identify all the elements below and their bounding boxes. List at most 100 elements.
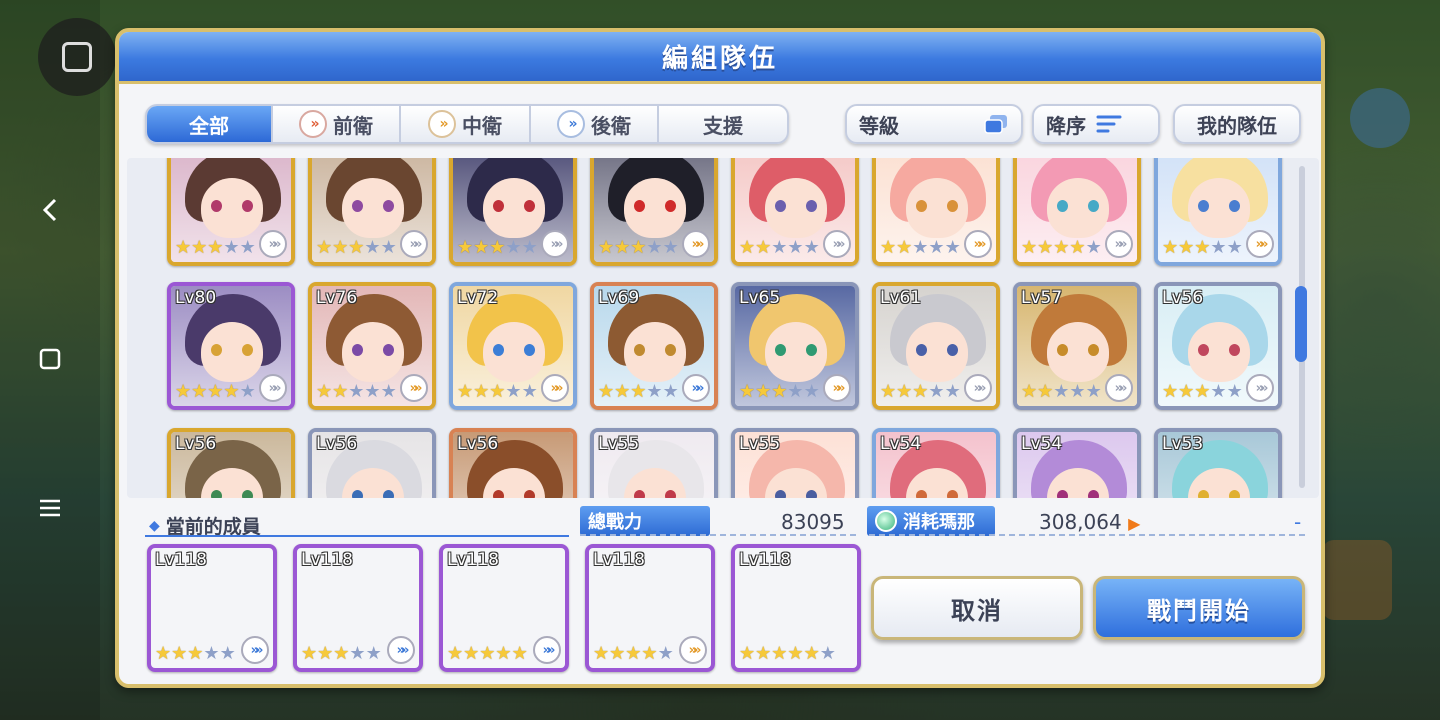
star-icon: ★ (614, 381, 631, 402)
tab-label: 後衛 (591, 113, 631, 138)
star-icon: ★ (944, 237, 961, 258)
star-icon: ★ (819, 643, 836, 664)
panel-title: 編組隊伍 (661, 44, 778, 74)
level-label: Lv72 (457, 288, 499, 308)
role-position-icon: »» (259, 230, 287, 258)
star-rating: ★ ★ ★ ★ ★ (301, 644, 382, 664)
star-icon: ★ (771, 381, 788, 402)
back-chevron-icon (42, 198, 57, 222)
party-member-card[interactable]: Lv118 ★ ★ ★ ★ ★ ★ (731, 544, 861, 672)
portrait-eyes (634, 344, 676, 356)
star-icon: ★ (641, 643, 658, 664)
character-card[interactable]: Lv56 (449, 428, 577, 498)
star-icon: ★ (593, 643, 610, 664)
tab-rearguard[interactable]: » 後衛 (531, 106, 659, 142)
menu-button[interactable] (25, 483, 75, 533)
character-card[interactable]: Lv57 ★ ★ ★ ★ ★»» (1013, 282, 1141, 410)
character-card[interactable]: Lv76 ★ ★ ★ ★ ★»» (308, 282, 436, 410)
role-position-icon: »» (241, 636, 269, 664)
character-card[interactable]: Lv56 (167, 428, 295, 498)
level-label: Lv54 (1021, 434, 1063, 454)
star-rating: ★ ★ ★ ★ ★ (1021, 382, 1102, 402)
my-team-button[interactable]: 我的隊伍 (1173, 104, 1301, 144)
star-icon: ★ (175, 237, 192, 258)
character-card[interactable]: ★ ★ ★ ★ ★»» (167, 158, 295, 266)
tab-all[interactable]: 全部 (147, 106, 273, 142)
character-card[interactable]: Lv55 (731, 428, 859, 498)
role-position-icon: »» (387, 636, 415, 664)
sort-order-button[interactable]: 降序 (1032, 104, 1160, 144)
star-icon: ★ (880, 381, 897, 402)
star-rating: ★ ★ ★ ★ ★ (316, 238, 397, 258)
tab-support[interactable]: 支援 (659, 106, 787, 142)
role-position-icon: »» (541, 230, 569, 258)
level-label: Lv61 (880, 288, 922, 308)
star-icon: ★ (463, 643, 480, 664)
character-card[interactable]: Lv56 (308, 428, 436, 498)
tab-midguard[interactable]: » 中衛 (401, 106, 531, 142)
back-button[interactable] (25, 185, 75, 235)
star-rating: ★ ★ ★ ★ ★ (175, 238, 256, 258)
star-icon: ★ (317, 643, 334, 664)
character-card[interactable]: ★ ★ ★ ★ ★»» (449, 158, 577, 266)
portrait-eyes (352, 344, 394, 356)
star-icon: ★ (1037, 237, 1054, 258)
character-card[interactable]: ★ ★ ★ ★ ★»» (731, 158, 859, 266)
roster-scrollbar-thumb[interactable] (1295, 286, 1307, 362)
cancel-button[interactable]: 取消 (871, 576, 1083, 640)
character-roster-grid[interactable]: ★ ★ ★ ★ ★»» ★ ★ ★ ★ ★»» ★ ★ ★ ★ ★»» ★ ★ ★ ★ ★»» ★ ★ ★ ★ ★»» ★ ★ ★ ★ ★… (127, 158, 1319, 498)
party-member-card[interactable]: Lv118 ★ ★ ★ ★ ★»» (293, 544, 423, 672)
star-icon: ★ (1021, 237, 1038, 258)
role-position-icon: »» (823, 374, 851, 402)
star-icon: ★ (1037, 381, 1054, 402)
mana-cost-value: 308,064 ▶ (1039, 510, 1140, 534)
star-icon: ★ (365, 643, 382, 664)
character-card[interactable]: Lv54 (872, 428, 1000, 498)
character-card[interactable]: Lv55 (590, 428, 718, 498)
star-icon: ★ (364, 237, 381, 258)
star-icon: ★ (473, 237, 490, 258)
level-label: Lv55 (598, 434, 640, 454)
star-icon: ★ (505, 237, 522, 258)
character-card[interactable]: Lv80 ★ ★ ★ ★ ★»» (167, 282, 295, 410)
character-card[interactable]: Lv72 ★ ★ ★ ★ ★»» (449, 282, 577, 410)
role-position-icon: »» (1246, 374, 1274, 402)
level-label: Lv53 (1162, 434, 1204, 454)
role-position-icon: »» (1105, 374, 1133, 402)
star-icon: ★ (1069, 237, 1086, 258)
party-member-card[interactable]: Lv118 ★ ★ ★ ★ ★»» (147, 544, 277, 672)
star-rating: ★ ★ ★ ★ ★ (1162, 382, 1243, 402)
star-icon: ★ (787, 643, 804, 664)
home-square-icon (39, 348, 61, 370)
level-label: Lv80 (175, 288, 217, 308)
character-card[interactable]: Lv56 ★ ★ ★ ★ ★»» (1154, 282, 1282, 410)
star-icon: ★ (1085, 381, 1102, 402)
tab-vanguard[interactable]: » 前衛 (273, 106, 401, 142)
character-card[interactable]: ★ ★ ★ ★ ★»» (1154, 158, 1282, 266)
role-position-icon: »» (533, 636, 561, 664)
character-card[interactable]: Lv65 ★ ★ ★ ★ ★»» (731, 282, 859, 410)
midguard-icon: » (428, 110, 456, 138)
character-card[interactable]: Lv61 ★ ★ ★ ★ ★»» (872, 282, 1000, 410)
home-button[interactable] (25, 334, 75, 384)
rearguard-icon: » (557, 110, 585, 138)
character-card[interactable]: Lv54 (1013, 428, 1141, 498)
portrait-eyes (916, 344, 958, 356)
star-icon: ★ (646, 237, 663, 258)
sort-level-button[interactable]: 等級 (845, 104, 1023, 144)
my-team-label: 我的隊伍 (1197, 113, 1277, 138)
role-position-icon: »» (400, 230, 428, 258)
floating-recents-button[interactable] (38, 18, 116, 96)
star-icon: ★ (787, 237, 804, 258)
party-member-card[interactable]: Lv118 ★ ★ ★ ★ ★»» (585, 544, 715, 672)
character-card[interactable]: Lv53 (1154, 428, 1282, 498)
character-card[interactable]: ★ ★ ★ ★ ★»» (590, 158, 718, 266)
character-card[interactable]: ★ ★ ★ ★ ★»» (872, 158, 1000, 266)
character-card[interactable]: ★ ★ ★ ★ ★»» (1013, 158, 1141, 266)
character-card[interactable]: ★ ★ ★ ★ ★»» (308, 158, 436, 266)
side-shortcut-button[interactable] (1350, 88, 1410, 148)
side-event-banner[interactable] (1322, 540, 1392, 620)
character-card[interactable]: Lv69 ★ ★ ★ ★ ★»» (590, 282, 718, 410)
party-member-card[interactable]: Lv118 ★ ★ ★ ★ ★»» (439, 544, 569, 672)
start-battle-button[interactable]: 戰鬥開始 (1093, 576, 1305, 640)
